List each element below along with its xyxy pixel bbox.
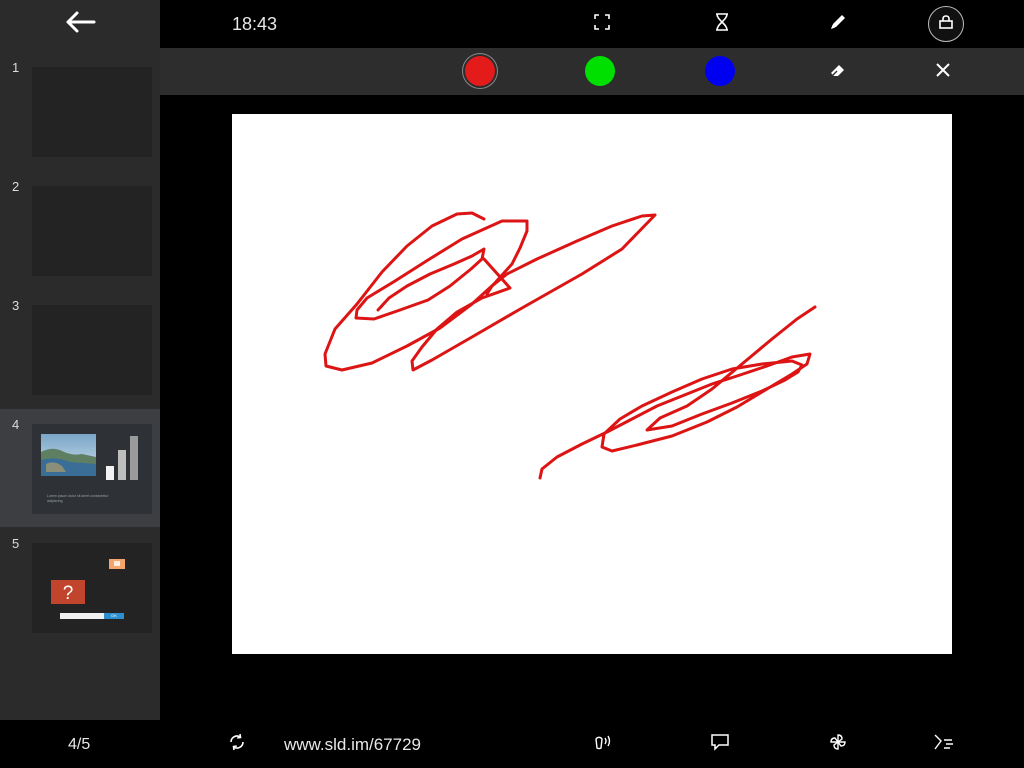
laser-icon [932,732,956,757]
ink-stroke [538,305,817,480]
slide-number: 4 [12,417,20,432]
eraser-button[interactable] [822,56,854,88]
pencil-icon [828,12,848,37]
green-color-swatch[interactable] [585,56,615,86]
sync-button[interactable] [225,732,249,756]
fullscreen-icon [593,13,611,36]
slide-preview [32,186,152,276]
bottom-toolbar: 4/5 www.sld.im/67729 [0,720,1024,768]
slide-preview [32,305,152,395]
blue-color-swatch[interactable] [705,56,735,86]
presentation-url[interactable]: www.sld.im/67729 [284,735,421,755]
clock: 18:43 [232,14,278,34]
slide-preview: ? OK [32,543,152,633]
broadcast-button[interactable] [590,732,614,756]
sync-icon [228,733,246,756]
laser-pointer-button[interactable] [932,732,956,756]
ink-stroke-group [323,211,817,480]
settings-button[interactable] [826,732,850,756]
slide-thumbnail-3[interactable]: 3 [0,290,160,408]
drawing-toolbar [160,48,1024,95]
slide-preview [32,67,152,157]
slide-thumbnail-4[interactable]: 4 Lorem ipsum dolor sit amet consectetur… [0,409,160,527]
back-button[interactable] [0,0,160,48]
slide-number: 5 [12,536,20,551]
fullscreen-button[interactable] [586,8,618,40]
slide-number: 2 [12,179,20,194]
slide-number: 3 [12,298,20,313]
red-color-swatch[interactable] [465,56,495,86]
slide-number: 1 [12,60,20,75]
pen-tool-button[interactable] [822,8,854,40]
top-toolbar: 18:43 [160,0,1024,48]
bar-mark [130,436,138,480]
slide-thumbnail-2[interactable]: 2 [0,171,160,289]
slide-caption: Lorem ipsum dolor sit amet consectetur a… [47,494,109,503]
pinwheel-icon [828,732,848,757]
slide-preview: Lorem ipsum dolor sit amet consectetur a… [32,424,152,514]
timer-button[interactable] [706,8,738,40]
lock-icon [938,14,954,35]
comment-button[interactable] [708,732,732,756]
lock-button[interactable] [928,6,964,42]
slide-sidebar: 1 2 3 4 Lorem ipsum dolor sit amet conse… [0,0,160,720]
ok-button-label: OK [111,613,117,618]
broadcast-icon [591,733,613,756]
close-drawing-button[interactable] [927,56,959,88]
image-icon [109,559,125,569]
question-icon: ? [51,580,85,604]
bar-mark [118,450,126,480]
slide-thumbnail-5[interactable]: 5 ? OK [0,528,160,646]
landscape-photo [41,434,96,476]
slide-thumbnail-1[interactable]: 1 [0,52,160,170]
arrow-left-icon [64,10,96,39]
ink-stroke [410,213,657,372]
page-indicator: 4/5 [68,736,91,753]
eraser-icon [829,61,847,84]
input-field [60,613,104,619]
bar-mark [106,466,114,480]
hourglass-icon [714,12,730,37]
slide-canvas[interactable] [232,114,952,654]
comment-icon [710,733,730,756]
close-icon [935,62,951,83]
svg-text:?: ? [63,583,74,604]
